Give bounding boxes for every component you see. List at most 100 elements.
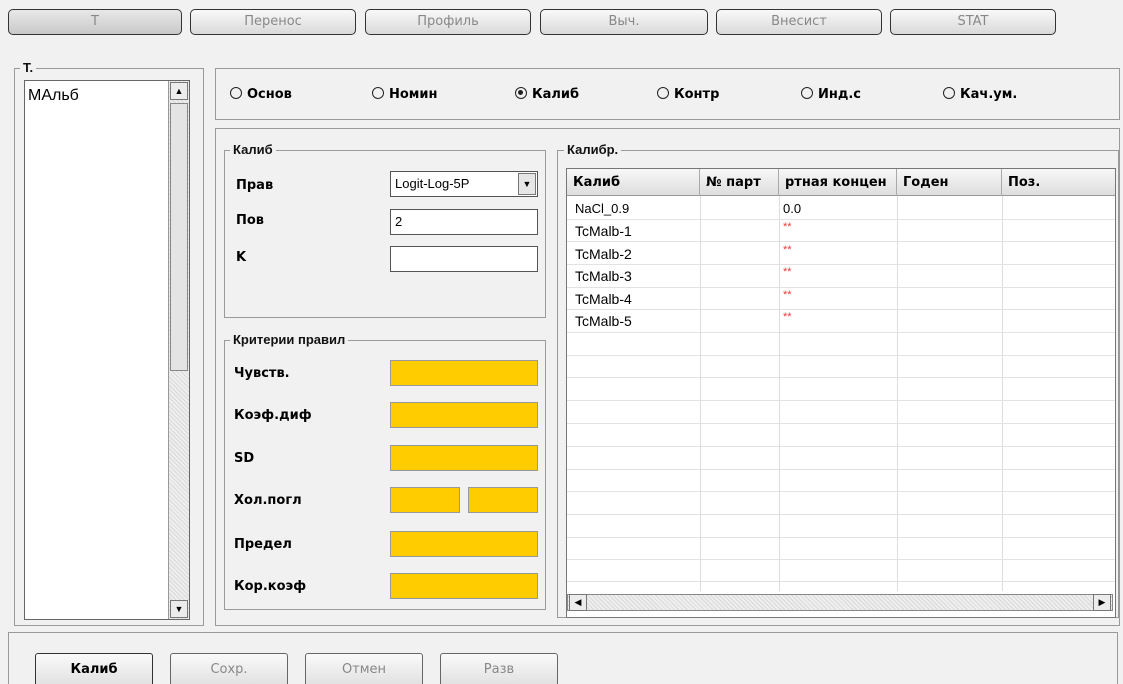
table-header: Калиб № парт ртная концен Годен Поз. [567, 169, 1115, 196]
column-divider [779, 196, 780, 591]
radio-circle-icon [943, 87, 955, 99]
sd-field[interactable] [390, 445, 538, 471]
listbox-scrollbar[interactable]: ▲ ▼ [168, 81, 189, 619]
scroll-right-icon[interactable]: ▶ [1093, 594, 1111, 611]
radio-main[interactable]: Основ [230, 87, 292, 102]
top-tab-bar: T Перенос Профиль Выч. Внесист STAT [0, 0, 1123, 52]
radio-circle-icon [372, 87, 384, 99]
radio-circle-icon [657, 87, 669, 99]
criteria-label-sd: SD [234, 451, 255, 466]
scroll-left-icon[interactable]: ◀ [569, 594, 587, 611]
radio-circle-icon [230, 87, 242, 99]
calib-button[interactable]: Калиб [35, 653, 153, 684]
table-row-conc[interactable]: ** [783, 266, 792, 278]
criteria-group-legend: Критерии правил [230, 332, 349, 347]
column-divider [897, 196, 898, 591]
row-divider [567, 559, 1115, 560]
save-button[interactable]: Сохр. [170, 653, 288, 684]
cancel-button[interactable]: Отмен [305, 653, 423, 684]
row-divider [567, 264, 1115, 265]
row-divider [567, 537, 1115, 538]
table-row-name[interactable]: TcMalb-1 [575, 223, 632, 239]
radio-control[interactable]: Контр [657, 87, 719, 102]
k-field[interactable] [390, 246, 538, 272]
row-divider [567, 287, 1115, 288]
row-divider [567, 423, 1115, 424]
tab-stat[interactable]: STAT [890, 9, 1056, 35]
table-row-conc[interactable]: ** [783, 221, 792, 233]
row-divider [567, 377, 1115, 378]
criteria-label-diff-coef: Коэф.диф [234, 408, 312, 423]
scroll-up-icon[interactable]: ▲ [170, 82, 188, 100]
table-row-conc[interactable]: ** [783, 311, 792, 323]
test-listbox[interactable]: МАльб ▲ ▼ [24, 80, 190, 620]
tab-transfer[interactable]: Перенос [190, 9, 356, 35]
radio-label: Основ [247, 87, 292, 102]
row-divider [567, 446, 1115, 447]
radio-index[interactable]: Инд.с [801, 87, 861, 102]
scroll-down-icon[interactable]: ▼ [170, 600, 188, 618]
limit-field[interactable] [390, 531, 538, 557]
calibrator-group-legend: Калибр. [564, 142, 622, 157]
row-divider [567, 219, 1115, 220]
radio-label: Кач.ум. [960, 87, 1018, 102]
table-row-name[interactable]: TcMalb-5 [575, 313, 632, 329]
row-divider [567, 332, 1115, 333]
sensitivity-field[interactable] [390, 360, 538, 386]
criteria-label-sensitivity: Чувств. [234, 366, 290, 381]
k-label: K [236, 250, 247, 265]
blank-abs-min-field[interactable] [390, 487, 460, 513]
scroll-thumb[interactable] [170, 103, 188, 371]
table-horizontal-scrollbar[interactable]: ◀ ▶ [567, 594, 1113, 611]
column-header-calib[interactable]: Калиб [567, 169, 700, 196]
radio-calib[interactable]: Калиб [515, 87, 579, 102]
column-header-expiry[interactable]: Годен [897, 169, 1002, 196]
chevron-down-icon[interactable]: ▼ [518, 173, 536, 195]
radio-nominal[interactable]: Номин [372, 87, 438, 102]
row-divider [567, 241, 1115, 242]
column-divider [1002, 196, 1003, 591]
table-row-conc[interactable]: 0.0 [783, 201, 801, 216]
calibrator-table: Калиб № парт ртная концен Годен Поз. NaC… [566, 168, 1116, 618]
diff-coef-field[interactable] [390, 402, 538, 428]
table-row-name[interactable]: TcMalb-3 [575, 268, 632, 284]
radio-selected-icon [515, 87, 527, 99]
row-divider [567, 309, 1115, 310]
row-divider [567, 400, 1115, 401]
repeat-field[interactable]: 2 [390, 209, 538, 235]
radio-quality[interactable]: Кач.ум. [943, 87, 1017, 102]
tab-external[interactable]: Внесист [716, 9, 882, 35]
expand-button[interactable]: Разв [440, 653, 558, 684]
corr-coef-field[interactable] [390, 573, 538, 599]
radio-label: Контр [674, 87, 720, 102]
column-divider [700, 196, 701, 591]
criteria-label-corr-coef: Кор.коэф [234, 579, 307, 594]
row-divider [567, 355, 1115, 356]
table-row-name[interactable]: TcMalb-2 [575, 246, 632, 262]
table-row-conc[interactable]: ** [783, 289, 792, 301]
tab-calc[interactable]: Выч. [540, 9, 708, 35]
rule-label: Прав [236, 178, 274, 193]
row-divider [567, 514, 1115, 515]
column-header-lot[interactable]: № парт [700, 169, 779, 196]
table-row-name[interactable]: TcMalb-4 [575, 291, 632, 307]
tab-t[interactable]: T [8, 9, 182, 35]
column-header-position[interactable]: Поз. [1002, 169, 1115, 196]
table-row-conc[interactable]: ** [783, 244, 792, 256]
row-divider [567, 469, 1115, 470]
column-header-concentration[interactable]: ртная концен [779, 169, 897, 196]
criteria-label-limit: Предел [234, 537, 292, 552]
radio-label: Номин [389, 87, 438, 102]
table-row-name[interactable]: NaCl_0.9 [575, 201, 629, 216]
list-item[interactable]: МАльб [28, 87, 79, 105]
criteria-label-blank-abs: Хол.погл [234, 493, 302, 508]
rule-select-value: Logit-Log-5P [395, 176, 470, 191]
radio-circle-icon [801, 87, 813, 99]
radio-label: Калиб [532, 87, 580, 102]
tab-profile[interactable]: Профиль [365, 9, 531, 35]
left-group-legend: Т. [20, 60, 37, 75]
radio-label: Инд.с [818, 87, 862, 102]
row-divider [567, 491, 1115, 492]
blank-abs-max-field[interactable] [468, 487, 538, 513]
rule-select[interactable]: Logit-Log-5P ▼ [390, 171, 538, 197]
